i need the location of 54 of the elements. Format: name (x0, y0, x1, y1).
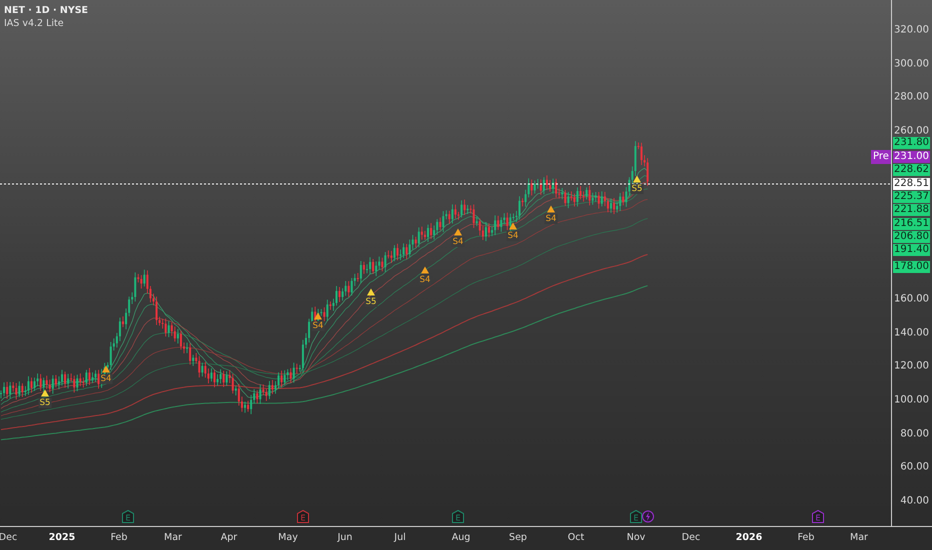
price-tick-label: 320.00 (894, 24, 929, 36)
price-label: 178.00 (893, 261, 930, 273)
time-axis-label: 2025 (48, 532, 76, 543)
price-tick-label: 120.00 (894, 360, 929, 372)
price-label: 221.88 (893, 204, 930, 216)
time-axis-label: Nov (626, 532, 646, 543)
time-axis-label: Aug (452, 532, 470, 543)
price-label: 216.51 (893, 218, 930, 230)
signal-label: S4 (506, 231, 520, 241)
earnings-marker[interactable]: E (630, 510, 642, 523)
chart-title: NET · 1D · NYSE (4, 5, 88, 16)
price-label: 228.51 (893, 178, 930, 190)
signal-label: S4 (100, 374, 112, 384)
price-label: 231.00 (893, 151, 930, 163)
signal-label: S5 (38, 398, 52, 408)
price-tick-label: 140.00 (894, 327, 929, 338)
earnings-marker[interactable]: E (452, 510, 464, 523)
price-label: 225.37 (893, 191, 930, 203)
price-tick-label: 80.00 (900, 428, 929, 440)
price-tick-label: 260.00 (894, 125, 929, 136)
price-label: 206.80 (893, 231, 930, 243)
time-axis-label: Dec (682, 532, 700, 543)
signal-label: S5 (630, 184, 644, 194)
price-label: 191.40 (893, 244, 930, 256)
price-tick-label: 40.00 (900, 496, 929, 506)
time-axis-label: Jun (338, 532, 352, 543)
indicator-label: IAS v4.2 Lite (4, 18, 65, 29)
time-axis-label: Sep (509, 532, 527, 543)
price-tick-label: 280.00 (894, 92, 929, 103)
price-tick-label: 300.00 (894, 58, 929, 70)
time-axis-label: Oct (568, 532, 584, 543)
time-axis-label: Apr (220, 532, 238, 543)
earnings-marker[interactable]: E (812, 510, 824, 523)
time-axis-label: Dec (0, 532, 18, 543)
signal-label: S4 (418, 275, 432, 285)
signal-label: S4 (312, 321, 324, 331)
price-tick-label: 100.00 (894, 394, 929, 406)
price-tick-label: 60.00 (900, 462, 929, 473)
price-label: 231.80 (893, 137, 930, 149)
signal-label: S4 (452, 237, 464, 247)
time-axis-label: May (278, 532, 298, 543)
time-axis-label: Feb (110, 532, 128, 543)
time-axis-label: 2026 (736, 532, 762, 543)
price-tick-label: 160.00 (894, 294, 929, 304)
signal-label: S4 (544, 214, 558, 224)
premarket-label: Pre (871, 150, 891, 164)
signal-label: S5 (364, 297, 378, 307)
price-label: 228.62 (893, 164, 930, 176)
time-axis-label: Mar (164, 532, 182, 543)
time-axis-label: Feb (798, 532, 814, 543)
time-axis-label: Jul (394, 532, 406, 543)
earnings-marker[interactable]: E (122, 510, 134, 523)
time-axis-label: Mar (850, 532, 868, 543)
earnings-marker[interactable]: E (297, 510, 309, 523)
